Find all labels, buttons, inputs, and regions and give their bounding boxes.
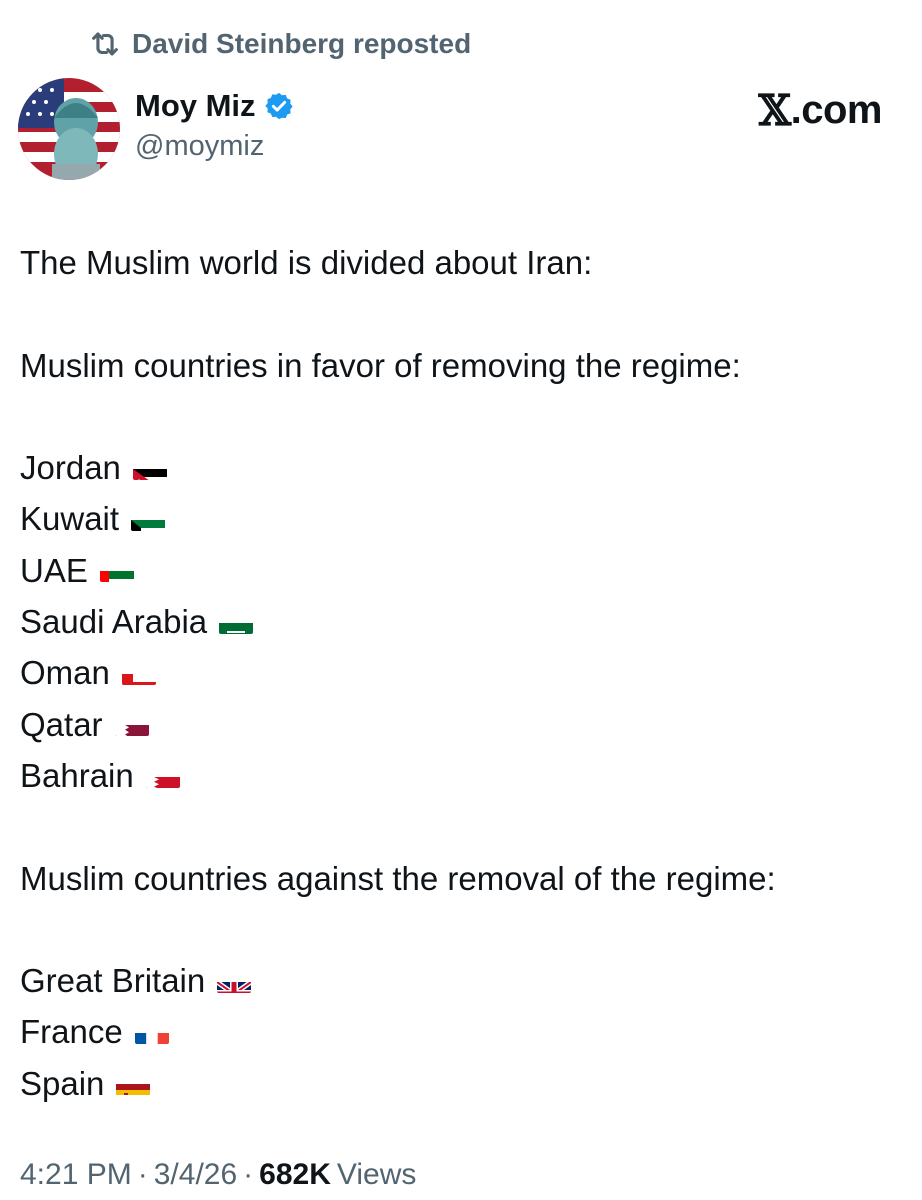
bahrain-flag-icon — [145, 764, 180, 788]
author-display-name[interactable]: Moy Miz — [135, 88, 256, 124]
post-time[interactable]: 4:21 PM — [20, 1158, 132, 1192]
repost-icon — [92, 32, 118, 56]
post-intro: The Muslim world is divided about Iran: — [20, 244, 593, 281]
country-name: Spain — [20, 1064, 105, 1102]
list-item: France — [20, 1006, 910, 1057]
views-label: Views — [336, 1158, 417, 1191]
post-text: The Muslim world is divided about Iran: … — [20, 237, 910, 1109]
list-item: Qatar — [20, 699, 910, 750]
qatar-flag-icon — [114, 712, 149, 737]
list-item: Saudi Arabia — [20, 596, 910, 647]
country-name: Saudi Arabia — [20, 603, 208, 641]
country-name: Bahrain — [20, 756, 134, 794]
france-flag-icon — [134, 1020, 169, 1045]
x-logo-icon: 𝕏 — [758, 86, 792, 135]
x-brand-logo: 𝕏 .com — [758, 86, 883, 135]
list-item: Jordan — [20, 442, 910, 493]
author-block: Moy Miz @moymiz — [135, 84, 294, 163]
country-name: UAE — [20, 551, 88, 589]
views-count[interactable]: 682K — [259, 1158, 331, 1192]
country-name: Kuwait — [20, 500, 120, 538]
saudi-arabia-flag-icon — [219, 610, 254, 634]
against-heading: Muslim countries against the removal of … — [20, 859, 776, 897]
list-item: Oman — [20, 647, 910, 698]
list-item: Kuwait — [20, 493, 910, 544]
country-name: Great Britain — [20, 962, 206, 1000]
repost-indicator[interactable]: David Steinberg reposted — [88, 26, 471, 62]
author-handle[interactable]: @moymiz — [135, 130, 294, 163]
x-brand-suffix: .com — [790, 88, 883, 132]
favor-heading: Muslim countries in favor of removing th… — [20, 346, 741, 384]
spain-flag-icon — [116, 1071, 151, 1096]
meta-separator: · — [137, 1158, 148, 1191]
list-item: Spain — [20, 1058, 910, 1109]
verified-badge-icon — [264, 92, 293, 120]
uae-flag-icon — [99, 558, 134, 583]
country-name: Jordan — [20, 449, 121, 487]
list-item: UAE — [20, 545, 910, 596]
uk-flag-icon — [217, 969, 252, 993]
meta-separator: · — [243, 1158, 254, 1191]
country-name: Qatar — [20, 705, 103, 743]
list-item: Great Britain — [20, 955, 910, 1006]
country-name: Oman — [20, 654, 110, 692]
post-date[interactable]: 3/4/26 — [154, 1158, 237, 1192]
list-item: Bahrain — [20, 750, 910, 801]
kuwait-flag-icon — [131, 507, 166, 532]
post-meta: 4:21 PM · 3/4/26 · 682K Views — [20, 1158, 416, 1192]
repost-text: David Steinberg reposted — [132, 28, 472, 59]
oman-flag-icon — [121, 661, 156, 686]
avatar[interactable] — [18, 78, 120, 180]
jordan-flag-icon — [132, 456, 167, 480]
country-name: France — [20, 1013, 123, 1051]
